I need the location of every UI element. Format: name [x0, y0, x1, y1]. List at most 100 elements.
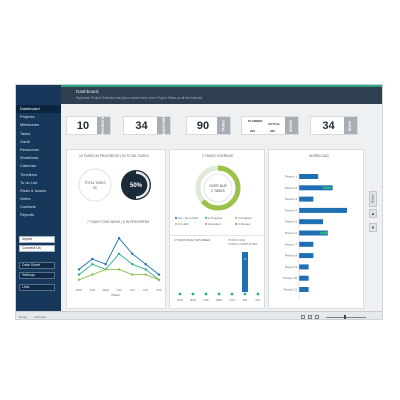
- status-legend-label: In Review: [238, 222, 251, 226]
- sidebar-item-timelines[interactable]: Timelines: [16, 171, 61, 179]
- page-layout-icon[interactable]: [308, 314, 312, 319]
- legend-dot-icon: [205, 217, 207, 219]
- status-bar: Ready Calculate: [16, 311, 382, 319]
- bar-due-this-week: [323, 186, 332, 190]
- sidebar-item-risks-issues[interactable]: Risks & Issues: [16, 187, 61, 195]
- data-sheet-button[interactable]: Data Sheet: [19, 262, 55, 269]
- normal-view-icon[interactable]: [301, 314, 305, 319]
- total-tasks-value: 90: [93, 186, 97, 190]
- kpi-projects[interactable]: 10 PROJECTS: [66, 116, 111, 135]
- kpi-label-box: PROJECTS: [97, 116, 110, 135]
- data-point: [144, 268, 147, 271]
- bar-total-assigned: [299, 207, 347, 213]
- data-point: [117, 268, 121, 271]
- data-point: [243, 292, 247, 296]
- legend-dot-icon: [175, 223, 177, 225]
- sidebar-item-projects[interactable]: Projects: [16, 113, 61, 121]
- status-legend-item: In Progress: [205, 216, 222, 220]
- zoom-slider-handle[interactable]: [344, 314, 346, 319]
- data-point: [144, 273, 147, 276]
- x-tick-label: TUE: [90, 288, 96, 292]
- status-legend-item: In Review: [235, 222, 250, 226]
- week-bar-chart: SUN MON TUE WED THU3FRI SAT: [177, 252, 261, 302]
- sidebar-item-workflows[interactable]: Workflows: [16, 154, 61, 162]
- sidebar-menu: Dashboard Projects Milestones Tasks Gantt Res…: [16, 105, 61, 220]
- bar-total-assigned: [299, 264, 309, 270]
- y-tick-label: Person 7: [285, 242, 297, 246]
- data-point: [77, 268, 81, 271]
- data-point: [77, 273, 81, 276]
- x-tick-label: MON: [190, 298, 197, 302]
- y-tick-label: Person 9: [285, 265, 297, 269]
- kpi-tasks[interactable]: 90 TASKS: [186, 116, 231, 135]
- workload-panel: WORKLOAD Person 1 Person 2 Person 3 Person …: [268, 149, 364, 315]
- trend-week-label: WEEK: [111, 293, 120, 297]
- data-point: [178, 292, 182, 296]
- data-point: [230, 292, 234, 296]
- view-toggle-button[interactable]: Board: [369, 191, 377, 207]
- kpi-label-box: MILESTONES: [157, 115, 170, 136]
- data-point: [256, 292, 260, 296]
- sidebar-item-reports[interactable]: Reports: [16, 211, 61, 219]
- sidebar-item-milestones[interactable]: Milestones: [16, 121, 61, 129]
- sidebar-item-tasks[interactable]: Tasks: [16, 130, 61, 138]
- status-legend-label: On Hold: [178, 222, 189, 226]
- panel-divider: [170, 235, 266, 236]
- data-point: [104, 263, 107, 266]
- scroll-down-button[interactable]: ▼: [369, 223, 377, 232]
- status-legend-item: Completed: [235, 216, 252, 220]
- x-tick-label: TUE: [203, 298, 209, 302]
- status-calculate: Calculate: [34, 315, 47, 319]
- kpi-label: RISKS: [348, 120, 353, 131]
- kpi-label-box: RISKS: [344, 117, 357, 134]
- sidebar-item-to-do-list[interactable]: To do List: [16, 179, 61, 187]
- overdue-value: 2 TASKS: [211, 189, 225, 193]
- lists-button[interactable]: Lists: [19, 284, 55, 291]
- settings-button[interactable]: Settings: [19, 272, 55, 279]
- kpi-risks[interactable]: 34 RISKS: [310, 116, 358, 135]
- overdue-panel: 2 TASKS OVERDUE OVER DUE 2 TASKS Not - N…: [169, 149, 266, 309]
- sidebar-item-notes[interactable]: Notes: [16, 195, 61, 203]
- x-tick-label: FRI: [243, 298, 248, 302]
- sidebar-item-calendar[interactable]: Calendar: [16, 162, 61, 170]
- y-tick-label: Person 5: [285, 220, 297, 224]
- y-tick-label: Person 3: [285, 197, 297, 201]
- data-point: [91, 273, 94, 276]
- x-tick-label: FRI: [130, 288, 135, 292]
- kpi-milestones[interactable]: 34 MILESTONES: [123, 115, 171, 136]
- overdue-ring: OVER DUE 2 TASKS: [195, 165, 241, 211]
- sidebar-item-resources[interactable]: Resources: [16, 146, 61, 154]
- bar-total-assigned: [299, 275, 309, 281]
- sidebar-item-dashboard[interactable]: Dashboard: [16, 105, 61, 114]
- kpi-label: PROJECTS: [101, 116, 106, 135]
- zoom-slider[interactable]: [326, 316, 366, 318]
- y-tick-label: Person 10: [283, 276, 297, 280]
- data-point: [117, 237, 121, 240]
- data-point: [157, 273, 161, 276]
- data-point: [217, 292, 221, 296]
- kpi-label-box: TASKS: [217, 117, 230, 134]
- hours-actual-label: ACTUAL: [268, 122, 281, 126]
- x-tick-label: SAT: [255, 298, 261, 302]
- page-break-icon[interactable]: [315, 314, 319, 319]
- hours-planned-value: 220: [250, 129, 256, 133]
- header-accent-line: [61, 85, 382, 87]
- scroll-up-button[interactable]: ▲: [369, 209, 377, 218]
- connect-button[interactable]: Connect Us: [19, 245, 55, 252]
- total-tasks-ring: [78, 168, 112, 202]
- import-button[interactable]: Import: [19, 236, 55, 243]
- y-tick-label: Person 1: [285, 175, 297, 179]
- kpi-hours[interactable]: PLANNED 220 ACTUAL 205 HOURS: [241, 116, 299, 135]
- workload-title: WORKLOAD: [309, 154, 329, 158]
- sidebar-item-contacts[interactable]: Contacts: [16, 203, 61, 211]
- status-legend-label: Cancelled: [208, 222, 221, 226]
- kpi-value: 34: [135, 119, 148, 132]
- progress-panel: 10 TASKS IN PROGRESS | 20 TOTAL TASKS TO…: [66, 149, 166, 315]
- bar-total-assigned: [299, 287, 309, 292]
- bar-total-assigned: [299, 196, 314, 202]
- x-tick-label: THU: [116, 288, 122, 292]
- data-point: [91, 257, 94, 261]
- sidebar-item-gantt[interactable]: Gantt: [16, 138, 61, 146]
- bar-total-assigned: [299, 253, 314, 259]
- bar-due-this-week: [319, 231, 328, 235]
